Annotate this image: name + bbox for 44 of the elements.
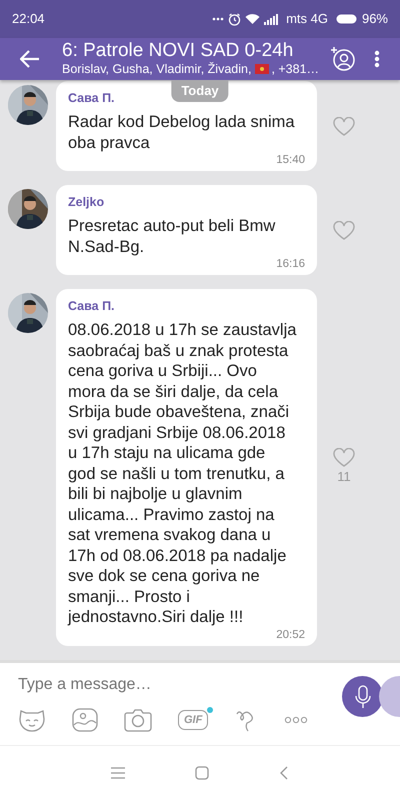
gallery-button[interactable] (72, 708, 98, 732)
like-button[interactable] (333, 448, 355, 467)
battery-level: 96% (362, 10, 388, 28)
gallery-icon (72, 708, 98, 732)
like-button[interactable] (333, 116, 355, 136)
sticker-icon (18, 707, 46, 733)
gif-button[interactable]: GIF (178, 710, 208, 730)
date-badge: Today (171, 80, 229, 102)
back-nav-button[interactable] (279, 766, 289, 780)
sender-name: Zeljko (68, 194, 104, 210)
more-button[interactable] (284, 716, 308, 724)
message-text: Radar kod Debelog lada snima oba pravca (68, 112, 296, 153)
more-icon (284, 716, 308, 724)
battery-icon (336, 14, 358, 24)
chat-title: 6: Patrole NOVI SAD 0-24h (62, 41, 294, 62)
like-count: 11 (337, 468, 351, 486)
alarm-icon (228, 12, 242, 26)
more-options-button[interactable] (374, 50, 380, 68)
signal-icon (264, 14, 278, 24)
sender-name: Сава П. (68, 298, 115, 314)
message-input[interactable]: Type a message… (18, 673, 318, 697)
back-button[interactable] (20, 50, 40, 68)
camera-button[interactable] (124, 708, 152, 732)
sticker-button[interactable] (18, 707, 46, 733)
clock: 22:04 (12, 10, 45, 28)
message-time: 16:16 (275, 257, 305, 271)
home-button[interactable] (195, 766, 209, 780)
add-participant-button[interactable] (330, 46, 356, 72)
wifi-icon (245, 13, 260, 25)
camera-icon (124, 708, 152, 732)
flag-icon (255, 64, 270, 74)
carrier: mts 4G (286, 10, 328, 28)
like-button[interactable] (333, 220, 355, 240)
member-count: , +381… (271, 62, 320, 77)
message-time: 15:40 (275, 153, 305, 167)
microphone-icon (354, 684, 372, 708)
message-time: 20:52 (275, 628, 305, 642)
message-text: Presretac auto-put beli Bmw N.Sad-Bg. (68, 216, 276, 257)
more-icon (212, 17, 224, 21)
menu-button[interactable] (111, 767, 125, 779)
message-text: 08.06.2018 u 17h se zaustavlja saobraćaj baš u znak protesta cena goriva u Srbiji... Ovo mora da se širi dalje, da cela Srbija bude obaveštena, znači svi gradjani Srbije 08.06.2018 u 17h staju na ulicama gde god se našli u tom trenutku, a bili bi najbolje u glavnim ulicama... Pravimo zastoj na sat vremena svakog dana u 17h od 08.06.2018 pa nadalje sve dok se cena goriva ne smanji... Prosto i jednostavno.Siri dalje !!! (68, 320, 298, 628)
sender-name: Сава П. (68, 90, 115, 106)
voice-message-button[interactable] (342, 676, 383, 717)
member-list: Borislav, Gusha, Vladimir, Živadin, (62, 62, 252, 77)
